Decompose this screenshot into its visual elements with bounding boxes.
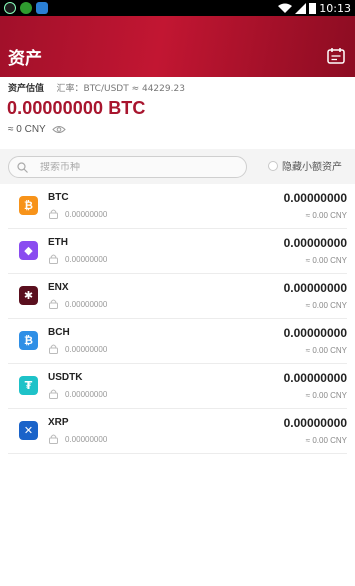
coin-amount: 0.00000000	[283, 326, 347, 340]
asset-summary: 资产估值 汇率：BTC/USDT ≈ 44229.23 0.00000000 B…	[0, 77, 355, 149]
signal-icon	[295, 2, 307, 14]
system-icons: 10:13	[278, 1, 351, 15]
hide-small-checkbox[interactable]	[268, 160, 278, 171]
page-title: 资产	[8, 49, 42, 69]
app-notification-icon	[36, 2, 48, 14]
frozen-amount: 0.00000000	[65, 210, 108, 219]
total-cny: ≈ 0 CNY	[8, 124, 46, 135]
coin-name: ENX	[48, 282, 69, 293]
search-icon	[17, 161, 28, 173]
total-cny-row: ≈ 0 CNY	[8, 124, 66, 135]
coin-amount-cny: ≈ 0.00 CNY	[305, 301, 347, 310]
lock-icon	[49, 434, 58, 444]
coin-row[interactable]: ✕ XRP 0.00000000 0.00000000 ≈ 0.00 CNY	[8, 409, 347, 454]
battery-icon	[309, 2, 317, 14]
coin-icon: ✕	[19, 421, 38, 440]
coin-amount: 0.00000000	[283, 236, 347, 250]
coin-amount-cny: ≈ 0.00 CNY	[305, 391, 347, 400]
notification-icons	[4, 2, 48, 14]
lock-icon	[49, 209, 58, 219]
app-notification-icon	[4, 2, 16, 14]
status-bar: 10:13	[0, 0, 355, 16]
coin-name: ETH	[48, 237, 68, 248]
coin-name: XRP	[48, 417, 69, 428]
frozen-amount: 0.00000000	[65, 390, 108, 399]
coin-row[interactable]: ◆ ETH 0.00000000 0.00000000 ≈ 0.00 CNY	[8, 229, 347, 274]
exchange-rate: 汇率：BTC/USDT ≈ 44229.23	[56, 84, 185, 94]
total-btc: 0.00000000 BTC	[7, 98, 146, 118]
app-header: 资产	[0, 16, 355, 77]
coin-list: ₿ BTC 0.00000000 0.00000000 ≈ 0.00 CNY ◆ ETH 0.…	[0, 184, 355, 454]
coin-name: BTC	[48, 192, 69, 203]
app-notification-icon	[20, 2, 32, 14]
coin-row[interactable]: ₿ BCH 0.00000000 0.00000000 ≈ 0.00 CNY	[8, 319, 347, 364]
frozen-amount: 0.00000000	[65, 255, 108, 264]
lock-icon	[49, 254, 58, 264]
coin-icon: ₿	[19, 331, 38, 350]
frozen-amount: 0.00000000	[65, 345, 108, 354]
coin-amount: 0.00000000	[283, 416, 347, 430]
coin-amount: 0.00000000	[283, 191, 347, 205]
hide-small-label: 隐藏小额资产	[282, 162, 342, 173]
coin-amount-cny: ≈ 0.00 CNY	[305, 256, 347, 265]
lock-icon	[49, 299, 58, 309]
calendar-icon[interactable]	[327, 47, 345, 64]
coin-icon: ₿	[19, 196, 38, 215]
hide-small-toggle[interactable]: 隐藏小额资产	[268, 158, 342, 173]
frozen-amount: 0.00000000	[65, 300, 108, 309]
search-row: 隐藏小额资产	[0, 155, 355, 184]
coin-name: BCH	[48, 327, 70, 338]
estimate-label: 资产估值	[8, 84, 45, 94]
clock: 10:13	[319, 1, 351, 15]
coin-icon: ✱	[19, 286, 38, 305]
search-input[interactable]	[40, 161, 220, 173]
coin-icon: ◆	[19, 241, 38, 260]
search-box[interactable]	[8, 156, 247, 178]
frozen-amount: 0.00000000	[65, 435, 108, 444]
coin-amount-cny: ≈ 0.00 CNY	[305, 211, 347, 220]
wifi-icon	[278, 3, 293, 13]
coin-row[interactable]: ₮ USDTK 0.00000000 0.00000000 ≈ 0.00 CNY	[8, 364, 347, 409]
summary-label-row: 资产估值 汇率：BTC/USDT ≈ 44229.23	[8, 81, 185, 94]
coin-amount-cny: ≈ 0.00 CNY	[305, 346, 347, 355]
coin-row[interactable]: ✱ ENX 0.00000000 0.00000000 ≈ 0.00 CNY	[8, 274, 347, 319]
coin-amount: 0.00000000	[283, 371, 347, 385]
coin-amount: 0.00000000	[283, 281, 347, 295]
coin-name: USDTK	[48, 372, 83, 383]
coin-icon: ₮	[19, 376, 38, 395]
coin-amount-cny: ≈ 0.00 CNY	[305, 436, 347, 445]
lock-icon	[49, 344, 58, 354]
eye-icon[interactable]	[52, 125, 66, 134]
coin-row[interactable]: ₿ BTC 0.00000000 0.00000000 ≈ 0.00 CNY	[8, 184, 347, 229]
lock-icon	[49, 389, 58, 399]
